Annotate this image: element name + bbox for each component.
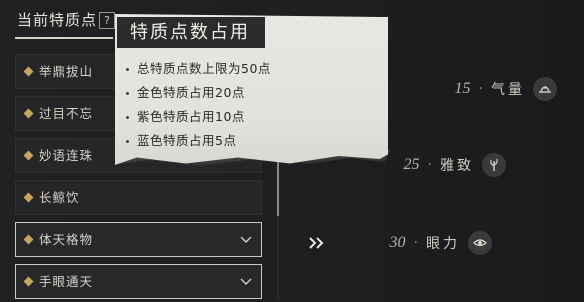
attribute-value: 30 [389,234,406,251]
tooltip-list: 总特质点数上限为50点 金色特质占用20点 紫色特质占用10点 蓝色特质占用5点 [126,57,271,153]
eye-icon [468,231,492,255]
trait-label: 过目不忘 [39,106,94,121]
trait-points-tooltip: 特质点数占用 总特质点数上限为50点 金色特质占用20点 紫色特质占用10点 蓝… [115,14,388,165]
tooltip-item-text: 总特质点数上限为50点 [137,61,271,76]
diamond-icon [23,192,34,203]
attribute-yazhi: 25 · 雅致 [404,153,506,177]
attribute-separator: · [478,81,483,97]
bullet-icon [126,67,129,71]
diamond-icon [23,108,34,119]
bullet-icon [126,115,129,119]
double-chevron-right-icon [309,237,324,249]
tooltip-item-text: 蓝色特质占用5点 [137,133,237,148]
diamond-icon [23,66,34,77]
attribute-value: 15 [454,80,471,97]
attribute-value: 25 [403,156,420,173]
tooltip-item: 紫色特质占用10点 [126,105,271,129]
trait-panel-screen: 当前特质点 ? 举鼎拔山 过目不忘 妙语连珠 长鲸饮 体天格物 手眼通天 特质点… [0,0,584,302]
help-button[interactable]: ? [99,12,115,29]
bullet-icon [126,139,129,143]
trait-label: 手眼通天 [39,274,94,289]
attribute-separator: · [413,235,418,251]
panel-title: 当前特质点 [17,11,98,29]
attribute-name: 雅致 [440,158,474,174]
tooltip-item: 总特质点数上限为50点 [126,57,271,81]
tooltip-item-text: 紫色特质占用10点 [137,109,245,124]
attribute-separator: · [427,157,432,173]
tooltip-item: 金色特质占用20点 [126,81,271,105]
trait-row[interactable]: 手眼通天 [15,264,262,299]
hat-icon [533,77,557,101]
trait-label: 妙语连珠 [39,148,94,163]
bullet-icon [126,91,129,95]
trait-label: 举鼎拔山 [39,64,94,79]
attribute-yanli: 30 · 眼力 [390,231,492,255]
header-underline [15,37,113,39]
diamond-icon [23,276,34,287]
attribute-qiliang: 15 · 气量 [455,77,557,101]
tooltip-item-text: 金色特质占用20点 [137,85,245,100]
diamond-icon [23,234,34,245]
chevron-down-icon[interactable] [240,276,252,286]
trait-label: 体天格物 [39,232,94,247]
tooltip-item: 蓝色特质占用5点 [126,129,271,153]
trait-label: 长鲸饮 [39,190,80,205]
tooltip-title: 特质点数占用 [117,17,265,48]
diamond-icon [23,150,34,161]
attribute-name: 气量 [491,82,525,98]
feather-icon [482,153,506,177]
chevron-down-icon[interactable] [240,234,252,244]
attribute-name: 眼力 [426,236,460,252]
trait-row[interactable]: 长鲸饮 [15,180,262,215]
trait-row[interactable]: 体天格物 [15,222,262,257]
